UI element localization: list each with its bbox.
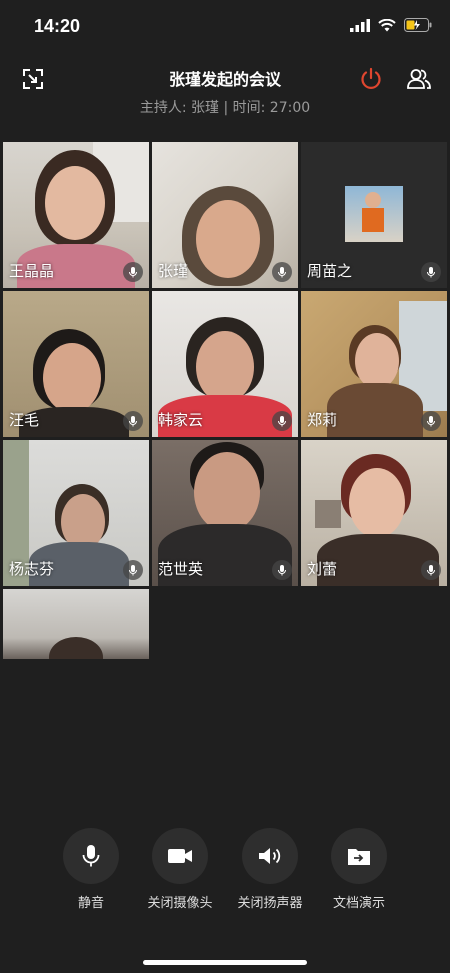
share-document-button[interactable]: 文档演示 [314,828,404,911]
mic-status [421,411,441,431]
participant-name: 韩家云 [158,411,204,429]
mic-status [123,262,143,282]
power-icon [361,67,381,89]
mute-label: 静音 [77,896,104,911]
mic-status [421,560,441,580]
participant-name: 王晶晶 [9,262,55,280]
mic-icon [278,267,286,278]
folder-share-icon [348,849,370,865]
share-label: 文档演示 [332,896,385,911]
mic-icon [427,267,435,278]
participant-name: 张瑾 [158,262,189,280]
participant-face [45,166,105,240]
participant-face [196,331,254,403]
speaker-icon [259,848,281,864]
status-icons [350,18,432,32]
participants-button[interactable] [404,64,434,94]
video-tile[interactable]: 周苗之 [301,142,447,288]
video-tile[interactable]: 刘蕾 [301,440,447,586]
participant-name: 周苗之 [307,262,353,280]
camera-circle[interactable] [152,828,208,884]
video-tile[interactable]: 郑莉 [301,291,447,437]
avatar-thumbnail [345,186,403,242]
participants-icon [407,69,431,89]
video-tile[interactable]: 韩家云 [152,291,298,437]
mic-status [272,262,292,282]
participant-hair [49,637,103,659]
camera-icon [168,849,192,863]
participant-name: 范世英 [158,560,204,578]
share-circle[interactable] [331,828,387,884]
mic-icon [427,565,435,576]
wifi-icon [378,18,396,31]
mic-icon [278,416,286,427]
speaker-label: 关闭扬声器 [237,896,303,911]
meeting-controls: 静音 关闭摄像头 关闭扬声器 文档演示 [0,828,450,938]
speaker-circle[interactable] [242,828,298,884]
battery-icon [404,18,432,32]
mic-icon [427,416,435,427]
camera-button[interactable]: 关闭摄像头 [135,828,225,911]
participant-face [43,343,101,413]
meeting-subtitle: 主持人: 张瑾 | 时间: 27:00 [139,100,311,116]
participant-face [355,333,399,389]
participant-face [349,468,405,538]
mic-icon [129,416,137,427]
signal-icon [350,18,370,32]
mic-status [123,560,143,580]
home-indicator[interactable] [143,960,307,965]
mic-icon [129,267,137,278]
participant-name: 郑莉 [307,411,338,429]
wall-picture [315,500,341,528]
video-tile[interactable]: 王晶晶 [3,142,149,288]
video-tile[interactable]: 杨志芬 [3,440,149,586]
mic-status [272,411,292,431]
meeting-header: 张瑾发起的会议 主持人: 张瑾 | 时间: 27:00 [0,52,450,134]
participant-name: 杨志芬 [9,560,55,578]
camera-label: 关闭摄像头 [147,896,213,911]
participant-face [194,452,260,532]
participant-name: 刘蕾 [307,560,338,578]
mic-status [421,262,441,282]
video-tile[interactable] [3,589,149,659]
video-tile[interactable]: 汪毛 [3,291,149,437]
mute-circle[interactable] [63,828,119,884]
speaker-button[interactable]: 关闭扬声器 [225,828,315,911]
mute-button[interactable]: 静音 [46,828,136,911]
video-tile[interactable]: 张瑾 [152,142,298,288]
participant-face [196,200,260,278]
microphone-icon [82,845,100,867]
end-meeting-button[interactable] [356,64,386,94]
participant-body [327,383,423,437]
mic-icon [129,565,137,576]
status-time: 14:20 [34,16,81,36]
participant-name: 汪毛 [9,411,40,429]
status-bar: 14:20 [0,0,450,52]
mic-status [123,411,143,431]
video-tile[interactable]: 范世英 [152,440,298,586]
mic-icon [278,565,286,576]
mic-status [272,560,292,580]
